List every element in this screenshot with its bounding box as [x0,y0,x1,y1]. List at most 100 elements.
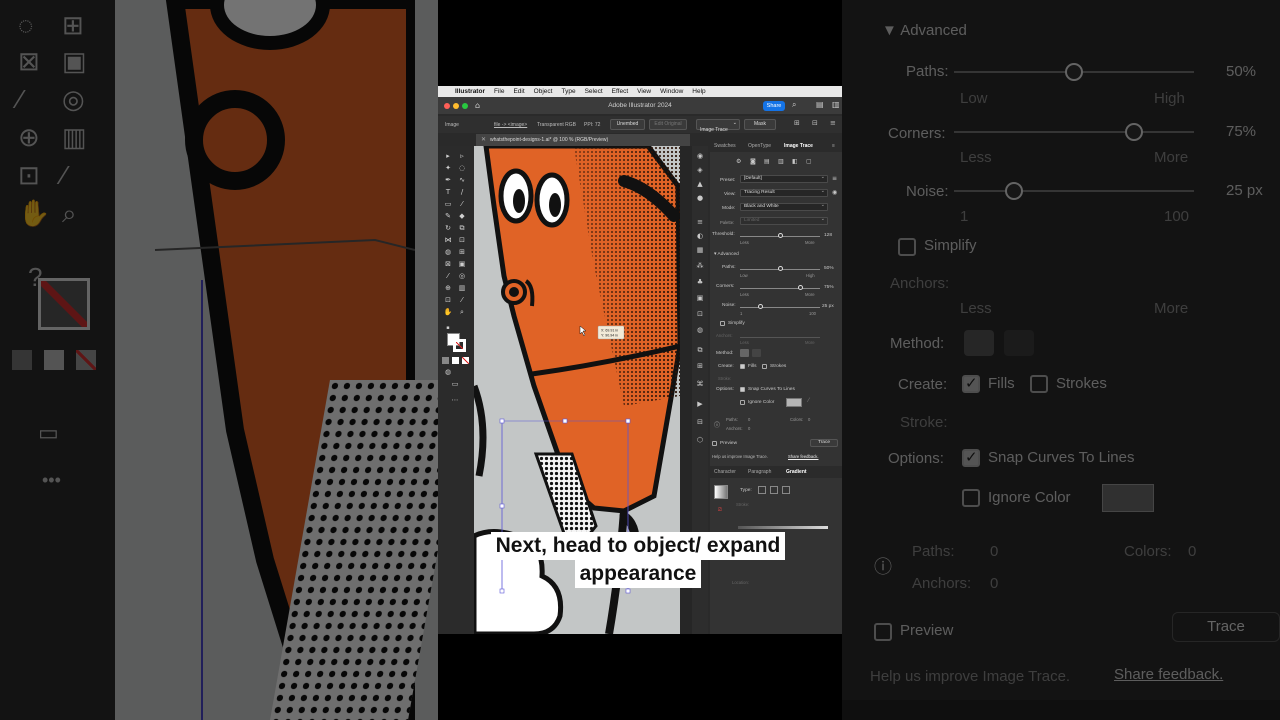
pathfinder-icon[interactable]: ⧉ [695,346,705,355]
pen-tool-icon[interactable]: ✒ [443,176,453,185]
symbol-sprayer-tool-icon[interactable]: ⊕ [443,284,453,293]
panel-menu-icon[interactable]: ≡ [832,143,835,149]
tab-gradient[interactable]: Gradient [786,469,807,475]
paintbrush-tool-icon[interactable]: ⁄ [457,200,467,209]
grayscale-preset-icon[interactable]: ▥ [778,158,784,165]
tab-image-trace[interactable]: Image Trace [784,143,813,149]
perspective-grid-tool-icon[interactable]: ⊞ [457,248,467,257]
shape-builder-tool-icon[interactable]: ◍ [443,248,453,257]
zoom-tool-icon[interactable]: ⌕ [457,308,467,317]
rotate-tool-icon[interactable]: ↻ [443,224,453,233]
selection-handle[interactable] [499,588,505,594]
curvature-tool-icon[interactable]: ∿ [457,176,467,185]
menu-app-name[interactable]: Illustrator [455,88,485,95]
lasso-tool-icon[interactable]: ◌ [457,164,467,173]
color-icon[interactable]: ◐ [695,232,705,240]
menu-type[interactable]: Type [561,88,575,95]
type-tool-icon[interactable]: T [443,188,453,197]
view-select[interactable]: Tracing Result [740,188,828,197]
symbols-icon[interactable]: ♣ [695,278,705,286]
high-color-preset-icon[interactable]: ◙ [750,158,756,165]
outline-preset-icon[interactable]: ▢ [806,158,812,165]
linear-gradient-icon[interactable] [758,486,766,494]
actions-icon[interactable]: ▶ [695,400,705,408]
brushes-icon[interactable]: ⁂ [695,262,705,270]
draw-mode-icon[interactable]: ◍ [443,368,453,377]
edit-original-button[interactable]: Edit Original [649,119,687,130]
graphic-styles-icon[interactable]: ▣ [695,294,705,302]
line-tool-icon[interactable]: / [457,188,467,197]
selection-tool-icon[interactable]: ▸ [443,152,453,161]
corners-slider[interactable] [797,285,803,290]
screen-mode-icon[interactable]: ▭ [450,380,460,389]
menu-file[interactable]: File [494,88,504,95]
align-panel-icon[interactable]: ⊞ [695,362,705,370]
arrange-documents-icon[interactable]: ▥ [832,100,840,109]
preview-checkbox[interactable] [712,441,717,446]
freeform-gradient-icon[interactable] [782,486,790,494]
document-tab[interactable]: whatsthepoint-designs-1.ai* @ 100 % (RGB… [476,134,690,146]
eraser-tool-icon[interactable]: ◆ [457,212,467,221]
transparency-icon[interactable]: ◍ [695,326,705,334]
layers-icon[interactable]: ◈ [695,166,705,174]
workspace-icon[interactable]: ▤ [816,100,824,109]
share-feedback-link[interactable]: Share feedback. [788,454,819,459]
simplify-checkbox[interactable] [720,321,725,326]
mask-button[interactable]: Mask [744,119,776,130]
gradient-tool-icon[interactable]: ▣ [457,260,467,269]
pencil-tool-icon[interactable]: ✎ [443,212,453,221]
threshold-value[interactable]: 128 [824,233,832,238]
menu-help[interactable]: Help [692,88,705,95]
noise-value[interactable]: 25 px [822,304,834,309]
menu-select[interactable]: Select [585,88,603,95]
menu-edit[interactable]: Edit [513,88,524,95]
paths-value[interactable]: 50% [824,266,834,271]
libraries-icon[interactable]: ▲ [695,180,705,188]
gradient-swatch[interactable] [714,485,728,499]
selection-handle[interactable] [499,503,505,509]
fill-stroke-swatches[interactable] [447,333,467,353]
ignore-color-checkbox[interactable] [740,400,745,405]
width-tool-icon[interactable]: ⋈ [443,236,453,245]
magic-wand-tool-icon[interactable]: ✦ [443,164,453,173]
none-mode-icon[interactable] [462,357,469,364]
black-white-preset-icon[interactable]: ◧ [792,158,798,165]
unembed-button[interactable]: Unembed [610,119,645,130]
auto-color-preset-icon[interactable]: ⚙ [736,158,741,165]
mode-select[interactable]: Black and White [740,202,828,211]
method-overlapping-icon[interactable] [752,349,761,357]
appearance-icon[interactable]: ⊡ [695,310,705,318]
graph-tool-icon[interactable]: ▥ [457,284,467,293]
mesh-tool-icon[interactable]: ⊠ [443,260,453,269]
3d-icon[interactable]: ⬡ [695,436,705,444]
free-transform-tool-icon[interactable]: ⊡ [457,236,467,245]
close-tab-icon[interactable]: ✕ [481,136,486,143]
tab-opentype[interactable]: OpenType [748,143,771,149]
trace-button[interactable]: Trace [810,439,838,447]
slice-tool-icon[interactable]: ⁄ [457,296,467,305]
ignore-color-swatch[interactable] [786,398,802,407]
search-icon[interactable]: ⌕ [792,100,796,110]
threshold-slider[interactable] [777,233,783,238]
tab-swatches[interactable]: Swatches [714,143,736,149]
link-info[interactable]: file -> <image> [494,122,527,128]
links-icon[interactable]: ⌘ [695,380,705,388]
advanced-toggle[interactable]: ▾ Advanced [714,252,739,257]
gradient-mode-icon[interactable] [452,357,459,364]
stroke-icon[interactable]: ≡ [695,218,705,226]
tab-paragraph[interactable]: Paragraph [748,469,771,475]
preset-menu-icon[interactable]: ≡ [832,175,837,182]
properties-icon[interactable]: ◉ [695,152,705,160]
align-icon[interactable]: ⊞ [794,119,800,127]
selection-handle[interactable] [625,588,631,594]
artboard-tool-icon[interactable]: ⊡ [443,296,453,305]
gradient-stroke-swatch-icon[interactable]: ⧄ [718,506,722,514]
swatches-icon[interactable]: ▦ [695,246,705,254]
palette-select[interactable]: Limited [740,216,828,225]
menu-effect[interactable]: Effect [612,88,629,95]
hand-tool-icon[interactable]: ✋ [443,308,453,317]
direct-selection-tool-icon[interactable]: ▹ [457,152,467,161]
low-color-preset-icon[interactable]: ▤ [764,158,770,165]
selection-handle[interactable] [562,418,568,424]
eyedropper-icon[interactable]: ⁄ [808,397,809,404]
